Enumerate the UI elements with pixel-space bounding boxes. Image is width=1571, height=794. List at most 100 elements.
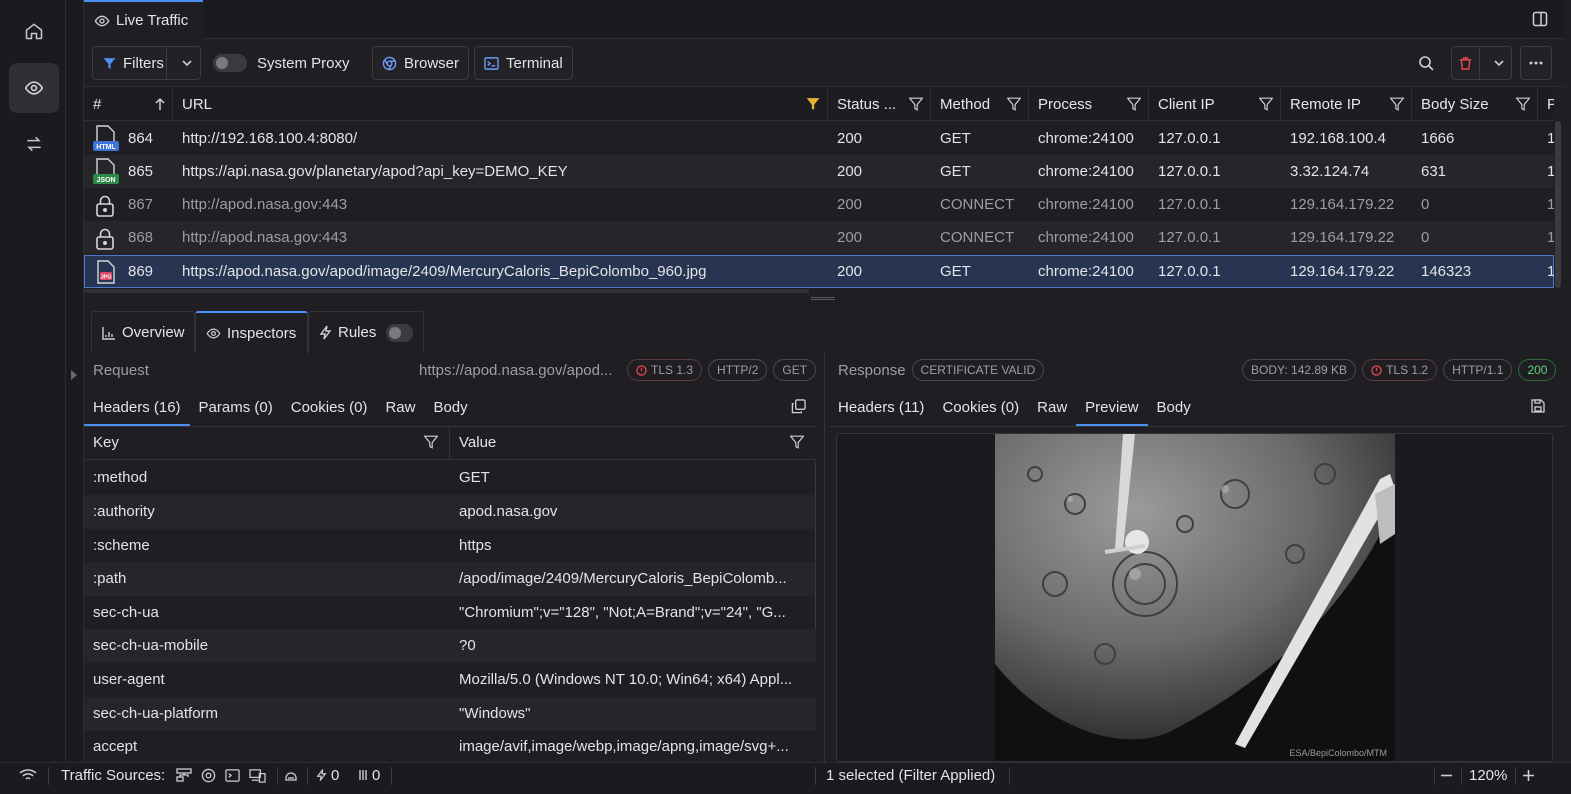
save-icon[interactable] bbox=[1531, 399, 1545, 413]
col-header-url[interactable]: URL bbox=[173, 88, 828, 121]
funnel-icon[interactable] bbox=[1127, 97, 1141, 111]
live-traffic-button[interactable] bbox=[9, 63, 59, 113]
browser-icon bbox=[382, 56, 397, 71]
tab-request-cookies[interactable]: Cookies (0) bbox=[282, 388, 377, 426]
funnel-icon[interactable] bbox=[1516, 97, 1530, 111]
col-header-number[interactable]: # bbox=[84, 88, 173, 121]
cell-next: 1 bbox=[1547, 196, 1554, 213]
clear-sessions-button[interactable] bbox=[1452, 47, 1480, 79]
funnel-icon[interactable] bbox=[424, 435, 438, 449]
response-label: Response bbox=[838, 361, 906, 379]
grid-vertical-scrollbar[interactable] bbox=[1555, 121, 1561, 288]
cell-id: 867 bbox=[128, 196, 154, 213]
tab-label: Params (0) bbox=[198, 398, 273, 416]
badge-text: 200 bbox=[1527, 363, 1548, 377]
tab-live-traffic[interactable]: Live Traffic bbox=[84, 0, 203, 39]
filters-button[interactable]: Filters bbox=[93, 47, 168, 79]
table-row[interactable]: 867 http://apod.nasa.gov:443 200 CONNECT… bbox=[84, 188, 1554, 221]
funnel-icon[interactable] bbox=[909, 97, 923, 111]
col-label: Method bbox=[940, 96, 991, 113]
grid-header: # URL Status ... Method Process Client I… bbox=[84, 88, 1554, 121]
rules-toggle[interactable] bbox=[386, 323, 413, 342]
tab-request-body[interactable]: Body bbox=[424, 388, 476, 426]
tab-inspectors[interactable]: Inspectors bbox=[195, 311, 308, 353]
col-header-client-ip[interactable]: Client IP bbox=[1149, 88, 1281, 121]
search-icon[interactable] bbox=[1418, 55, 1434, 71]
zoom-out-button[interactable] bbox=[1440, 763, 1453, 787]
header-row[interactable]: accept image/avif,image/webp,image/apng,i… bbox=[84, 730, 816, 762]
mobile-icon[interactable] bbox=[284, 763, 298, 787]
tab-request-params[interactable]: Params (0) bbox=[190, 388, 282, 426]
home-button[interactable] bbox=[9, 6, 59, 56]
header-row[interactable]: :path/apod/image/2409/MercuryCaloris_Bep… bbox=[84, 562, 816, 596]
header-row[interactable]: :authority apod.nasa.gov bbox=[84, 495, 816, 529]
cell-process: chrome:24100 bbox=[1038, 130, 1134, 147]
compose-button[interactable] bbox=[9, 119, 59, 169]
col-header-body-size[interactable]: Body Size bbox=[1412, 88, 1538, 121]
col-label: # bbox=[93, 96, 102, 113]
json-file-icon: JSON bbox=[93, 158, 119, 186]
filters-dropdown-button[interactable] bbox=[174, 57, 200, 69]
funnel-icon[interactable] bbox=[1390, 97, 1404, 111]
col-header-status[interactable]: Status ... bbox=[828, 88, 931, 121]
cell-remote-ip: 192.168.100.4 bbox=[1290, 130, 1386, 147]
header-key: accept bbox=[93, 738, 138, 755]
terminal-button[interactable]: Terminal bbox=[474, 46, 573, 80]
col-header-process[interactable]: Process bbox=[1029, 88, 1149, 121]
tab-overview[interactable]: Overview bbox=[91, 311, 195, 353]
layout-toggle-icon[interactable] bbox=[1532, 11, 1548, 27]
lightning-icon bbox=[319, 325, 332, 340]
funnel-icon[interactable] bbox=[1007, 97, 1021, 111]
zoom-in-button[interactable] bbox=[1522, 763, 1535, 787]
col-header-remote-ip[interactable]: Remote IP bbox=[1281, 88, 1412, 121]
header-row[interactable]: user-agent Mozilla/5.0 (Windows NT 10.0; … bbox=[84, 663, 816, 697]
rules-count: 0 bbox=[331, 766, 340, 784]
header-row[interactable]: sec-ch-ua-platform "Windows" bbox=[84, 697, 816, 731]
funnel-active-icon[interactable] bbox=[806, 97, 820, 111]
table-row[interactable]: HTML 864 http://192.168.100.4:8080/ 200 … bbox=[84, 122, 1554, 155]
col-header-next[interactable]: P bbox=[1538, 88, 1554, 121]
browser-button[interactable]: Browser bbox=[372, 46, 470, 80]
browser-icon[interactable] bbox=[201, 768, 216, 783]
image-file-icon: JPG bbox=[96, 260, 116, 284]
system-proxy-toggle[interactable] bbox=[213, 54, 247, 72]
header-row[interactable]: sec-ch-ua "Chromium";v="128", "Not;A=Bran… bbox=[84, 596, 816, 630]
selection-status: 1 selected (Filter Applied) bbox=[826, 766, 996, 784]
devices-icon[interactable] bbox=[249, 768, 266, 783]
table-row[interactable]: JSON 865 https://api.nasa.gov/planetary/… bbox=[84, 155, 1554, 188]
table-row-selected[interactable]: JPG 869 https://apod.nasa.gov/apod/image… bbox=[84, 255, 1554, 288]
response-panel: Response CERTIFICATE VALID BODY: 142.89 … bbox=[829, 352, 1565, 762]
header-row[interactable]: sec-ch-ua-mobile ?0 bbox=[84, 629, 816, 663]
table-row[interactable]: 868 http://apod.nasa.gov:443 200 CONNECT… bbox=[84, 221, 1554, 254]
network-icon[interactable] bbox=[176, 767, 192, 783]
funnel-icon[interactable] bbox=[1259, 97, 1273, 111]
sessions-grid: # URL Status ... Method Process Client I… bbox=[84, 88, 1554, 288]
eye-icon bbox=[94, 13, 110, 29]
tab-request-headers[interactable]: Headers (16) bbox=[84, 388, 190, 426]
more-options-button[interactable] bbox=[1520, 46, 1552, 80]
tab-response-body[interactable]: Body bbox=[1148, 388, 1200, 426]
headers-scrollbar[interactable] bbox=[815, 461, 816, 631]
panel-splitter[interactable] bbox=[84, 293, 1565, 305]
tab-response-headers[interactable]: Headers (11) bbox=[829, 388, 933, 426]
breakpoints-count: 0 bbox=[372, 766, 381, 784]
filters-split-button: Filters bbox=[92, 46, 201, 80]
ellipsis-icon bbox=[1529, 61, 1543, 65]
funnel-icon[interactable] bbox=[790, 435, 804, 449]
cell-client-ip: 127.0.0.1 bbox=[1158, 163, 1221, 180]
copy-icon[interactable] bbox=[791, 399, 806, 414]
response-status-badge: 200 bbox=[1518, 359, 1557, 381]
tab-response-cookies[interactable]: Cookies (0) bbox=[933, 388, 1028, 426]
terminal-icon[interactable] bbox=[225, 768, 240, 783]
clear-dropdown-button[interactable] bbox=[1487, 47, 1511, 79]
cell-url: http://192.168.100.4:8080/ bbox=[182, 130, 358, 147]
tab-rules[interactable]: Rules bbox=[308, 311, 424, 353]
tab-response-preview[interactable]: Preview bbox=[1076, 388, 1148, 426]
tab-response-raw[interactable]: Raw bbox=[1028, 388, 1076, 426]
tab-request-raw[interactable]: Raw bbox=[376, 388, 424, 426]
header-row[interactable]: :method GET bbox=[84, 461, 816, 495]
header-row[interactable]: :scheme https bbox=[84, 529, 816, 563]
system-proxy-label: System Proxy bbox=[257, 54, 350, 72]
expand-chevron-icon[interactable] bbox=[69, 368, 79, 382]
col-header-method[interactable]: Method bbox=[931, 88, 1029, 121]
